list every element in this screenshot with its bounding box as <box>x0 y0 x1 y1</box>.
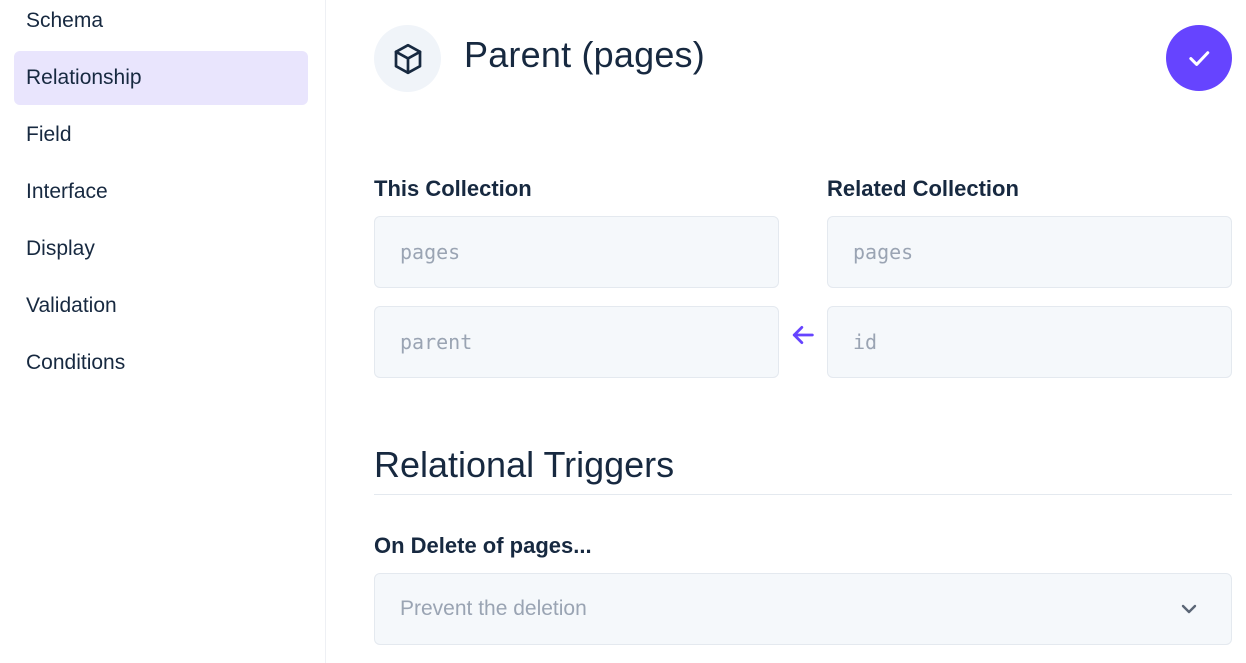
sidebar-item-label: Schema <box>26 9 104 32</box>
sidebar-item-conditions[interactable]: Conditions <box>14 336 308 390</box>
app-window: Schema Relationship Field Interface Disp… <box>0 0 1246 663</box>
box-icon <box>374 25 441 92</box>
this-field-value: parent <box>400 330 473 354</box>
sidebar-item-validation[interactable]: Validation <box>14 279 308 333</box>
section-divider <box>374 494 1232 495</box>
related-collection-value: pages <box>853 240 914 264</box>
sidebar-item-label: Validation <box>26 294 117 317</box>
this-field-input[interactable]: parent <box>374 306 779 378</box>
on-delete-select[interactable]: Prevent the deletion <box>374 573 1232 645</box>
sidebar-item-interface[interactable]: Interface <box>14 165 308 219</box>
sidebar-item-display[interactable]: Display <box>14 222 308 276</box>
section-title-relational-triggers: Relational Triggers <box>374 444 675 485</box>
sidebar-item-label: Display <box>26 237 95 260</box>
sidebar-item-schema[interactable]: Schema <box>14 0 308 48</box>
check-icon <box>1189 51 1210 66</box>
sidebar-item-label: Conditions <box>26 351 126 374</box>
confirm-button[interactable] <box>1166 25 1232 91</box>
arrow-left-icon <box>788 320 818 350</box>
related-field-value: id <box>853 330 878 354</box>
sidebar-item-field[interactable]: Field <box>14 108 308 162</box>
main-panel: Parent (pages) This Collection Related C… <box>326 0 1246 663</box>
sidebar-item-label: Relationship <box>26 66 142 89</box>
sidebar-item-relationship[interactable]: Relationship <box>14 51 308 105</box>
this-collection-label: This Collection <box>374 176 532 201</box>
sidebar-item-label: Interface <box>26 180 108 203</box>
chevron-down-icon <box>1181 604 1197 614</box>
page-title: Parent (pages) <box>464 34 705 75</box>
sidebar: Schema Relationship Field Interface Disp… <box>0 0 326 663</box>
this-collection-value: pages <box>400 240 461 264</box>
on-delete-selected-value: Prevent the deletion <box>400 597 587 620</box>
related-field-input[interactable]: id <box>827 306 1232 378</box>
sidebar-item-label: Field <box>26 123 72 146</box>
related-collection-label: Related Collection <box>827 176 1019 201</box>
this-collection-input[interactable]: pages <box>374 216 779 288</box>
related-collection-input[interactable]: pages <box>827 216 1232 288</box>
on-delete-label: On Delete of pages... <box>374 533 592 558</box>
